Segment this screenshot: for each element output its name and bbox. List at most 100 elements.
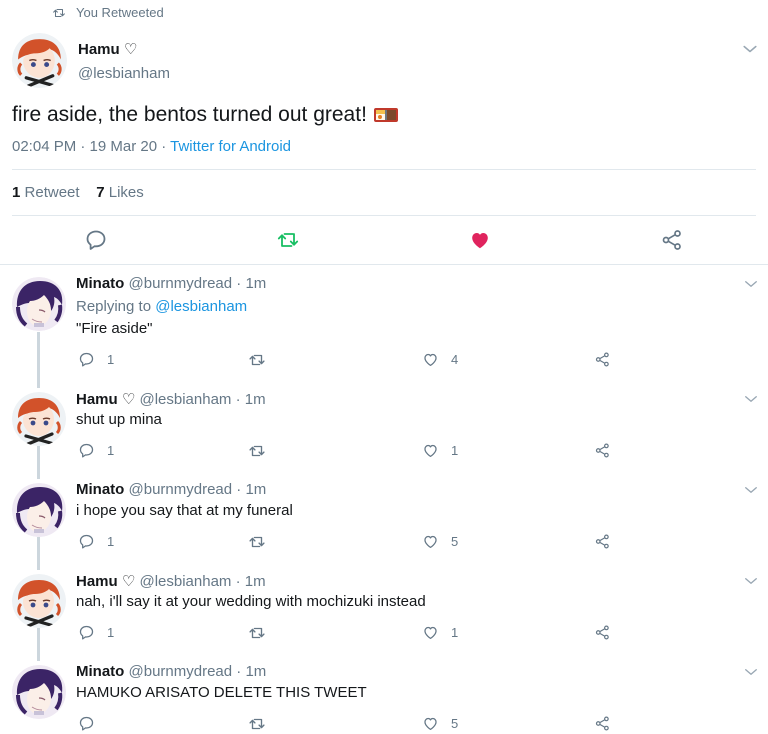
tweet-timestamp: 02:04 PM · 19 Mar 20 · (12, 138, 171, 155)
bento-box-emoji (373, 108, 398, 122)
divider (12, 215, 756, 216)
retweet-icon[interactable] (248, 351, 266, 369)
tweet-meta: 02:04 PM · 19 Mar 20 · Twitter for Andro… (12, 138, 291, 155)
retweets-stat[interactable]: 1 Retweet (12, 184, 80, 201)
reply-author-handle[interactable]: @lesbianham (139, 391, 231, 408)
reply-icon (78, 533, 95, 550)
reply-icon (78, 351, 95, 368)
share-icon[interactable] (594, 533, 611, 550)
heart-icon (422, 351, 439, 368)
heart-icon (422, 715, 439, 732)
retweeted-label: You Retweeted (76, 5, 164, 20)
reply-author-handle[interactable]: @burnmydread (129, 663, 233, 680)
like-action[interactable]: 5 (422, 533, 458, 550)
like-count: 5 (451, 534, 459, 549)
share-icon[interactable] (594, 351, 611, 368)
like-count: 1 (451, 443, 459, 458)
retweet-icon[interactable] (248, 624, 266, 642)
avatar[interactable] (12, 33, 67, 88)
share-icon[interactable] (660, 228, 684, 252)
chevron-down-icon[interactable] (742, 275, 760, 293)
reply-text: "Fire aside" (76, 320, 153, 337)
avatar[interactable] (12, 392, 66, 446)
retweet-icon[interactable] (248, 442, 266, 460)
reply-action[interactable]: 1 (78, 442, 114, 459)
reply-icon (78, 624, 95, 641)
reply-time: · 1m (235, 391, 266, 408)
chevron-down-icon[interactable] (742, 390, 760, 408)
reply-header: Hamu ♡ @lesbianham · 1m (76, 390, 266, 408)
heart-icon (422, 533, 439, 550)
reply-text: nah, i'll say it at your wedding with mo… (76, 593, 426, 610)
share-icon[interactable] (594, 442, 611, 459)
reply-action[interactable]: 1 (78, 624, 114, 641)
like-action[interactable]: 1 (422, 624, 458, 641)
reply-time: · 1m (235, 573, 266, 590)
reply-author-name[interactable]: Hamu ♡ (76, 391, 135, 408)
avatar[interactable] (12, 483, 66, 537)
chevron-down-icon[interactable] (742, 663, 760, 681)
reply-header: Minato @burnmydread · 1m (76, 481, 266, 498)
author-name[interactable]: Hamu ♡ (78, 40, 137, 58)
chevron-down-icon[interactable] (742, 481, 760, 499)
heart-icon[interactable] (468, 228, 492, 252)
reply-action[interactable] (78, 715, 107, 732)
divider (0, 264, 768, 265)
tweet-text: fire aside, the bentos turned out great! (12, 103, 367, 126)
author-handle[interactable]: @lesbianham (78, 65, 170, 82)
reply-count: 1 (107, 534, 115, 549)
like-count: 1 (451, 625, 459, 640)
reply-text: shut up mina (76, 411, 162, 428)
tweet-client-link[interactable]: Twitter for Android (170, 138, 291, 155)
tweet-text-row: fire aside, the bentos turned out great! (12, 103, 399, 127)
reply-author-name[interactable]: Minato (76, 663, 124, 680)
thread-line (37, 446, 40, 479)
reply-author-handle[interactable]: @burnmydread (129, 275, 233, 292)
retweet-icon[interactable] (276, 228, 300, 252)
likes-stat[interactable]: 7 Likes (96, 184, 144, 201)
divider (12, 169, 756, 170)
reply-icon (78, 715, 95, 732)
reply-author-name[interactable]: Minato (76, 275, 124, 292)
like-count: 5 (451, 716, 459, 731)
reply-action[interactable]: 1 (78, 533, 114, 550)
reply-icon[interactable] (84, 228, 108, 252)
reply-header: Minato @burnmydread · 1m (76, 275, 266, 292)
chevron-down-icon[interactable] (740, 39, 760, 59)
chevron-down-icon[interactable] (742, 572, 760, 590)
reply-author-name[interactable]: Minato (76, 481, 124, 498)
heart-icon (422, 442, 439, 459)
reply-time: · 1m (236, 481, 267, 498)
share-icon[interactable] (594, 624, 611, 641)
reply-author-handle[interactable]: @lesbianham (139, 573, 231, 590)
retweet-icon[interactable] (248, 715, 266, 733)
like-action[interactable]: 4 (422, 351, 458, 368)
retweet-icon (52, 6, 66, 20)
reply-count: 1 (107, 625, 115, 640)
replying-to: Replying to @lesbianham (76, 298, 248, 315)
retweeted-banner: You Retweeted (52, 5, 164, 20)
reply-time: · 1m (236, 275, 267, 292)
thread-line (37, 628, 40, 661)
reply-time: · 1m (236, 663, 267, 680)
avatar[interactable] (12, 277, 66, 331)
share-icon[interactable] (594, 715, 611, 732)
reply-header: Hamu ♡ @lesbianham · 1m (76, 572, 266, 590)
reply-text: i hope you say that at my funeral (76, 502, 293, 519)
avatar[interactable] (12, 574, 66, 628)
reply-header: Minato @burnmydread · 1m (76, 663, 266, 680)
heart-icon (422, 624, 439, 641)
reply-count: 1 (107, 352, 115, 367)
like-action[interactable]: 5 (422, 715, 458, 732)
reply-author-name[interactable]: Hamu ♡ (76, 573, 135, 590)
reply-text: HAMUKO ARISATO DELETE THIS TWEET (76, 684, 367, 701)
thread-line (37, 537, 40, 570)
avatar[interactable] (12, 665, 66, 719)
reply-action[interactable]: 1 (78, 351, 114, 368)
retweet-icon[interactable] (248, 533, 266, 551)
like-action[interactable]: 1 (422, 442, 458, 459)
thread-line (37, 332, 40, 388)
reply-icon (78, 442, 95, 459)
replying-to-link[interactable]: @lesbianham (155, 298, 247, 315)
reply-author-handle[interactable]: @burnmydread (129, 481, 233, 498)
